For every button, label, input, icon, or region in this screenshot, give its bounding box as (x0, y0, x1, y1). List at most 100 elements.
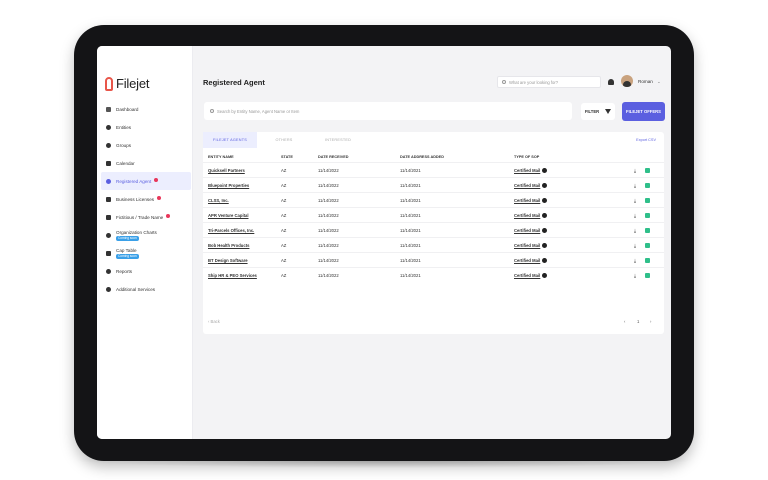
info-icon[interactable] (542, 183, 548, 189)
table-row[interactable]: BT Design Software AZ 11/14/2022 11/14/2021… (203, 252, 664, 267)
info-icon[interactable] (542, 258, 548, 264)
filter-button[interactable]: FILTER (581, 103, 615, 120)
documents-icon[interactable] (645, 213, 650, 218)
sop-type-link[interactable]: Certified Mail (514, 273, 540, 278)
documents-icon[interactable] (645, 228, 650, 233)
documents-icon[interactable] (645, 273, 650, 278)
info-icon[interactable] (542, 168, 548, 174)
download-icon[interactable]: ⤓ (634, 273, 636, 278)
table-row[interactable]: Ship HR & PEO Services AZ 11/14/2022 11/14/… (203, 267, 664, 282)
entity-name-link[interactable]: APR Venture Capital (208, 213, 249, 218)
documents-icon[interactable] (645, 198, 650, 203)
download-icon[interactable]: ⤓ (634, 243, 636, 248)
table-row[interactable]: Tri-Parcels Offices, Inc. AZ 11/14/2022 11/… (203, 222, 664, 237)
sidebar-item-reports[interactable]: Reports (101, 262, 191, 280)
tab-interested[interactable]: INTERESTED (311, 132, 365, 148)
sop-type-link[interactable]: Certified Mail (514, 228, 540, 233)
date-added-cell: 11/14/2021 (400, 243, 421, 248)
entity-name-link[interactable]: CLSS, Inc. (208, 198, 229, 203)
download-icon[interactable]: ⤓ (634, 228, 636, 233)
table-row[interactable]: Bluepoint Properties AZ 11/14/2022 11/14/20… (203, 177, 664, 192)
sidebar-item-label: Registered Agent (116, 178, 152, 184)
download-icon[interactable]: ⤓ (634, 213, 636, 218)
sop-type-link[interactable]: Certified Mail (514, 243, 540, 248)
state-cell: AZ (281, 183, 287, 188)
documents-icon[interactable] (645, 258, 650, 263)
entity-name-link[interactable]: Ship HR & PEO Services (208, 273, 257, 278)
table-row[interactable]: CLSS, Inc. AZ 11/14/2022 11/14/2021 Certifie… (203, 192, 664, 207)
sidebar-item-entities[interactable]: Entities (101, 118, 191, 136)
agents-panel: FILEJET AGENTS OTHERS INTERESTED Export … (203, 132, 664, 334)
sidebar-item-groups[interactable]: Groups (101, 136, 191, 154)
sidebar-item-cap-table[interactable]: Cap Table Coming soon (101, 244, 191, 262)
bell-icon[interactable] (608, 79, 614, 85)
date-added-cell: 11/14/2021 (400, 258, 421, 263)
entity-name-link[interactable]: Bob Health Products (208, 243, 249, 248)
sidebar-item-registered-agent[interactable]: Registered Agent (101, 172, 191, 190)
sop-type-link[interactable]: Certified Mail (514, 213, 540, 218)
trade-name-icon (105, 214, 111, 220)
info-icon[interactable] (542, 213, 548, 219)
state-cell: AZ (281, 273, 287, 278)
column-type-of-sop[interactable]: TYPE OF SOP (514, 155, 539, 159)
export-csv-link[interactable]: Export CSV (636, 138, 656, 142)
alert-dot (166, 213, 171, 218)
entity-name-link[interactable]: Tri-Parcels Offices, Inc. (208, 228, 254, 233)
entity-name-link[interactable]: Bluepoint Properties (208, 183, 249, 188)
table-row[interactable]: Quicksell Partners AZ 11/14/2022 11/14/2021… (203, 162, 664, 177)
tab-others[interactable]: OTHERS (257, 132, 311, 148)
state-cell: AZ (281, 243, 287, 248)
documents-icon[interactable] (645, 183, 650, 188)
user-name[interactable]: Roman (638, 79, 653, 84)
sop-type-link[interactable]: Certified Mail (514, 198, 540, 203)
page-next-button[interactable]: › (650, 319, 651, 324)
filejet-offers-button[interactable]: FILEJET OFFERS (622, 102, 665, 121)
documents-icon[interactable] (645, 243, 650, 248)
entity-search-input[interactable]: Search by Entity Name, Agent Name or Ite… (204, 102, 572, 120)
sidebar-nav: Dashboard Entities Groups Calendar Regis… (101, 100, 191, 298)
download-icon[interactable]: ⤓ (634, 168, 636, 173)
sidebar-item-business-licenses[interactable]: Business Licenses (101, 190, 191, 208)
sop-type-link[interactable]: Certified Mail (514, 183, 540, 188)
back-link[interactable]: ‹ Back (208, 319, 220, 324)
column-date-address-added[interactable]: DATE ADDRESS ADDED (400, 155, 444, 159)
download-icon[interactable]: ⤓ (634, 183, 636, 188)
info-icon[interactable] (542, 243, 548, 249)
avatar[interactable] (621, 75, 633, 87)
entity-name-link[interactable]: Quicksell Partners (208, 168, 245, 173)
logo-text: Filejet (116, 76, 150, 91)
documents-icon[interactable] (645, 168, 650, 173)
info-icon[interactable] (542, 198, 548, 204)
chevron-down-icon[interactable]: ⌄ (657, 79, 661, 85)
state-cell: AZ (281, 168, 287, 173)
sop-type-link[interactable]: Certified Mail (514, 258, 540, 263)
info-icon[interactable] (542, 228, 548, 234)
column-date-received[interactable]: DATE RECEIVED (318, 155, 349, 159)
page-prev-button[interactable]: ‹ (624, 319, 625, 324)
sidebar-item-dashboard[interactable]: Dashboard (101, 100, 191, 118)
sidebar-item-label: Entities (116, 124, 132, 130)
table-row[interactable]: APR Venture Capital AZ 11/14/2022 11/14/202… (203, 207, 664, 222)
org-chart-icon (105, 232, 111, 238)
page-number[interactable]: 1 (637, 319, 639, 324)
info-icon[interactable] (542, 273, 548, 279)
sidebar-item-additional-services[interactable]: Additional Services (101, 280, 191, 298)
date-received-cell: 11/14/2022 (318, 168, 339, 173)
entity-name-link[interactable]: BT Design Software (208, 258, 248, 263)
table-row[interactable]: Bob Health Products AZ 11/14/2022 11/14/202… (203, 237, 664, 252)
sidebar-item-org-charts[interactable]: Organization Charts Coming soon (101, 226, 191, 244)
sidebar-item-trade-name[interactable]: Fictitious / Trade Name (101, 208, 191, 226)
global-search-input[interactable]: What are your looking for? (497, 76, 601, 88)
tab-filejet-agents[interactable]: FILEJET AGENTS (203, 132, 257, 148)
download-icon[interactable]: ⤓ (634, 258, 636, 263)
sop-type-link[interactable]: Certified Mail (514, 168, 540, 173)
column-entity-name[interactable]: ENTITY NAME (208, 155, 234, 159)
sidebar-item-calendar[interactable]: Calendar (101, 154, 191, 172)
sop-cell: Certified Mail (514, 228, 548, 234)
column-state[interactable]: STATE (281, 155, 293, 159)
download-icon[interactable]: ⤓ (634, 198, 636, 203)
sop-cell: Certified Mail (514, 183, 548, 189)
date-added-cell: 11/14/2021 (400, 213, 421, 218)
sidebar-item-label: Reports (116, 268, 133, 274)
logo[interactable]: Filejet (105, 76, 149, 91)
